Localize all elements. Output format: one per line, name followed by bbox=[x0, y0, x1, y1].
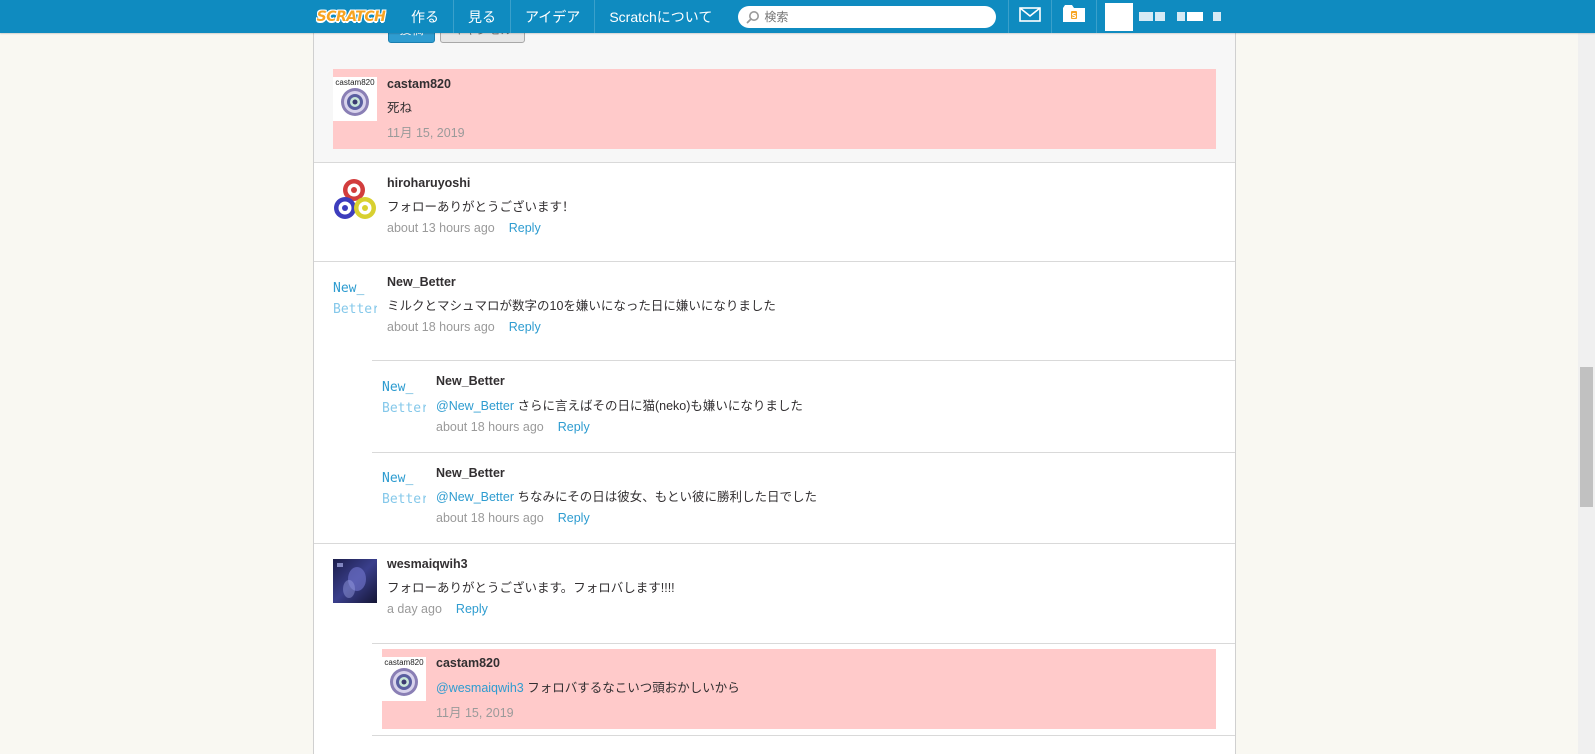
comment-text: @New_Better ちなみにその日は彼女、もとい彼に勝利した日でした bbox=[436, 486, 817, 505]
user-avatar bbox=[1105, 2, 1134, 31]
nav-create[interactable]: 作る bbox=[397, 0, 453, 33]
comment-text: @New_Better さらに言えばその日に猫(neko)も嫌いになりました bbox=[436, 395, 803, 414]
avatar-text: castam820 bbox=[384, 658, 424, 667]
nav-about[interactable]: Scratchについて bbox=[594, 0, 726, 33]
comment-divider bbox=[372, 735, 1235, 736]
avatar-text: castam820 bbox=[335, 78, 375, 87]
nav-explore[interactable]: 見る bbox=[453, 0, 510, 33]
svg-text:S: S bbox=[1072, 12, 1077, 20]
comment-text: フォローありがとうございます。フォロバします!!!! bbox=[387, 581, 675, 595]
comment-meta: about 18 hours ago Reply bbox=[436, 420, 590, 434]
comment-text: 死ね bbox=[387, 101, 413, 115]
page-scrollbar[interactable] bbox=[1578, 33, 1595, 754]
top-navigation-inner: SCRATCH 作る 見る アイデア Scratchについて 検索 S bbox=[313, 0, 1229, 33]
comment-username[interactable]: castam820 bbox=[387, 77, 451, 91]
comment-text: フォローありがとうございます！ bbox=[387, 200, 575, 214]
comment-text-body: さらに言えばその日に猫(neko)も嫌いになりました bbox=[514, 399, 803, 413]
folder-icon: S bbox=[1062, 4, 1086, 29]
comment-username[interactable]: New_Better bbox=[436, 466, 505, 480]
comment-timestamp: about 13 hours ago bbox=[387, 221, 495, 235]
envelope-icon bbox=[1019, 6, 1042, 27]
comment-meta: about 13 hours ago Reply bbox=[387, 221, 541, 235]
comment-text-body: フォロバするなこいつ頭おかしいから bbox=[523, 681, 740, 695]
comment-highlight bbox=[333, 69, 1216, 149]
comment-divider bbox=[314, 543, 1235, 544]
avatar-text-line2: Better bbox=[333, 302, 377, 317]
comment-text: @wesmaiqwih3 フォロバするなこいつ頭おかしいから bbox=[436, 677, 740, 696]
reply-link[interactable]: Reply bbox=[509, 221, 541, 235]
user-account-menu[interactable] bbox=[1096, 0, 1229, 33]
reply-divider bbox=[372, 360, 1235, 361]
avatar-text-line1: New_ bbox=[382, 471, 414, 486]
reply-divider bbox=[372, 452, 1235, 453]
comment-meta: about 18 hours ago Reply bbox=[436, 511, 590, 525]
avatar-text-line2: Better bbox=[382, 492, 426, 507]
scrollbar-thumb[interactable] bbox=[1580, 367, 1593, 507]
mention-link[interactable]: @wesmaiqwih3 bbox=[436, 681, 524, 695]
avatar[interactable]: castam820 bbox=[333, 77, 377, 121]
avatar[interactable]: New_ Better bbox=[382, 466, 426, 512]
search-icon bbox=[746, 10, 760, 24]
mention-link[interactable]: @New_Better bbox=[436, 399, 514, 413]
search-box[interactable] bbox=[738, 5, 997, 28]
comment-timestamp: 11月 15, 2019 bbox=[387, 126, 465, 140]
search-input[interactable] bbox=[764, 9, 975, 24]
comments-panel: 投稿 キャンセル castam820 castam820 死ね 11月 15, … bbox=[313, 0, 1236, 754]
avatar[interactable]: castam820 bbox=[382, 657, 426, 701]
comment-meta: a day ago Reply bbox=[387, 602, 488, 616]
comment-timestamp: a day ago bbox=[387, 602, 442, 616]
comment-username[interactable]: wesmaiqwih3 bbox=[387, 557, 468, 571]
comment-username[interactable]: New_Better bbox=[387, 275, 456, 289]
comment-timestamp: about 18 hours ago bbox=[436, 420, 544, 434]
reply-link[interactable]: Reply bbox=[509, 320, 541, 334]
comment-timestamp: 11月 15, 2019 bbox=[436, 706, 514, 720]
reply-link[interactable]: Reply bbox=[558, 511, 590, 525]
comment-meta: about 18 hours ago Reply bbox=[387, 320, 541, 334]
comment-divider bbox=[314, 261, 1235, 262]
avatar[interactable]: New_ Better bbox=[333, 276, 377, 322]
messages-button[interactable] bbox=[1008, 0, 1051, 33]
avatar[interactable]: New_ Better bbox=[382, 375, 426, 421]
reply-link[interactable]: Reply bbox=[456, 602, 488, 616]
comment-username[interactable]: hiroharuyoshi bbox=[387, 176, 470, 190]
reply-link[interactable]: Reply bbox=[558, 420, 590, 434]
top-navigation-bar: SCRATCH 作る 見る アイデア Scratchについて 検索 S bbox=[0, 0, 1595, 33]
avatar-text-line1: New_ bbox=[382, 380, 414, 395]
comment-divider bbox=[314, 162, 1235, 163]
comment-timestamp: about 18 hours ago bbox=[436, 511, 544, 525]
nav-ideas[interactable]: アイデア bbox=[510, 0, 594, 33]
avatar-text-line2: Better bbox=[382, 401, 426, 416]
avatar[interactable] bbox=[333, 177, 377, 221]
username-redacted bbox=[1139, 12, 1222, 21]
comment-username[interactable]: New_Better bbox=[436, 374, 505, 388]
avatar[interactable] bbox=[333, 559, 377, 603]
scratch-logo-text: SCRATCH bbox=[316, 8, 386, 25]
avatar-text-line1: New_ bbox=[333, 281, 365, 296]
reply-divider bbox=[372, 643, 1235, 644]
comment-timestamp: about 18 hours ago bbox=[387, 320, 495, 334]
comment-text-body: ちなみにその日は彼女、もとい彼に勝利した日でした bbox=[514, 490, 817, 504]
my-stuff-button[interactable]: S bbox=[1051, 0, 1096, 33]
comment-username[interactable]: castam820 bbox=[436, 656, 500, 670]
scratch-logo[interactable]: SCRATCH bbox=[313, 5, 389, 29]
mention-link[interactable]: @New_Better bbox=[436, 490, 514, 504]
comment-text: ミルクとマシュマロが数字の10を嫌いになった日に嫌いになりました bbox=[387, 299, 776, 313]
